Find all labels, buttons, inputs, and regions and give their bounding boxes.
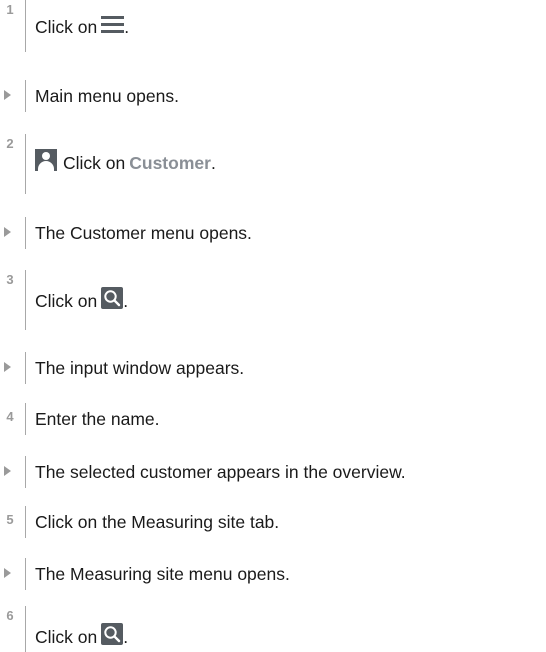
step-divider [25,217,26,249]
step-text: Click on . [35,623,129,648]
step-divider [25,134,26,194]
step-text: Click on . [35,16,129,38]
step-divider [25,80,26,112]
step-4: 4 Enter the name. [0,403,546,435]
customer-term: Customer [129,153,211,173]
result-text: The input window appears. [35,358,245,378]
step-text-before: Click on [35,291,98,311]
step-divider [25,558,26,590]
result-arrow-icon [4,568,11,578]
step-text-before: Click on [63,153,126,173]
result-arrow-icon [4,362,11,372]
result-text: The Customer menu opens. [35,223,252,243]
step-text-after: . [210,153,216,173]
step-divider [25,506,26,538]
step-text: Click on Customer . [35,149,216,174]
result-arrow-icon [4,227,11,237]
step-divider [25,606,26,652]
step-6: 6 Click on . [0,606,546,652]
step-divider [25,0,26,52]
hamburger-menu-icon [101,14,125,34]
step-number: 3 [6,272,14,287]
step-divider [25,270,26,330]
result-arrow-icon [4,90,11,100]
search-icon [101,623,124,645]
step-divider [25,456,26,488]
result-4: The selected customer appears in the ove… [0,456,546,488]
step-text: Click on the Measuring site tab. [35,512,280,532]
result-5: The Measuring site menu opens. [0,558,546,590]
step-number: 5 [6,512,14,527]
step-number: 1 [6,2,14,17]
step-divider [25,352,26,384]
step-text-before: Click on [35,17,98,37]
result-text: The selected customer appears in the ove… [35,462,406,482]
step-text-before: Click on [35,627,98,647]
person-icon [35,149,57,171]
search-icon [101,287,124,309]
step-text-after: . [124,17,130,37]
step-2: 2 Click on Customer . [0,134,546,194]
result-2: The Customer menu opens. [0,217,546,249]
step-text: Enter the name. [35,409,160,429]
step-text-after: . [123,291,129,311]
step-text: Click on . [35,287,129,312]
step-number: 2 [6,136,14,151]
step-divider [25,403,26,435]
step-5: 5 Click on the Measuring site tab. [0,506,546,538]
step-text-after: . [123,627,129,647]
step-number: 4 [6,409,14,424]
step-number: 6 [6,608,14,623]
step-3: 3 Click on . [0,270,546,330]
step-1: 1 Click on . [0,0,546,55]
result-3: The input window appears. [0,352,546,384]
result-arrow-icon [4,466,11,476]
result-text: The Measuring site menu opens. [35,564,290,584]
result-1: Main menu opens. [0,80,546,112]
result-text: Main menu opens. [35,86,179,106]
